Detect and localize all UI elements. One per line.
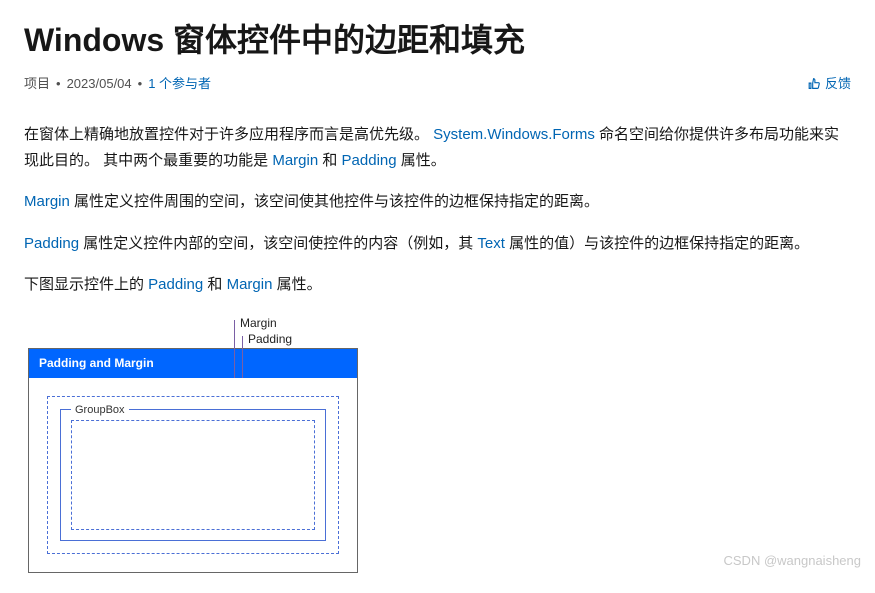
diagram: Margin Padding Padding and Margin GroupB… xyxy=(28,314,851,573)
link-padding[interactable]: Padding xyxy=(24,235,79,252)
diagram-padding-box xyxy=(71,420,315,530)
paragraph-1: 在窗体上精确地放置控件对于许多应用程序而言是高优先级。 System.Windo… xyxy=(24,122,851,173)
link-padding[interactable]: Padding xyxy=(342,152,397,169)
feedback-label: 反馈 xyxy=(825,74,851,95)
diagram-margin-box: GroupBox xyxy=(47,396,339,554)
text: 属性的值）与该控件的边框保持指定的距离。 xyxy=(509,235,809,252)
link-text[interactable]: Text xyxy=(477,235,505,252)
feedback-button[interactable]: 反馈 xyxy=(807,74,851,95)
text: 属性。 xyxy=(401,152,446,169)
link-padding[interactable]: Padding xyxy=(148,276,203,293)
meta-date: 2023/05/04 xyxy=(67,74,132,95)
link-margin[interactable]: Margin xyxy=(227,276,273,293)
text: 在窗体上精确地放置控件对于许多应用程序而言是高优先级。 xyxy=(24,126,433,143)
diagram-panel-body: GroupBox xyxy=(29,378,357,572)
paragraph-4: 下图显示控件上的 Padding 和 Margin 属性。 xyxy=(24,272,851,298)
callout-line-margin xyxy=(234,320,235,380)
contributors-link[interactable]: 1 个参与者 xyxy=(148,74,211,95)
meta-separator: • xyxy=(56,74,61,95)
diagram-groupbox: GroupBox xyxy=(60,409,326,541)
diagram-panel: Padding and Margin GroupBox xyxy=(28,348,358,573)
meta-project: 项目 xyxy=(24,74,50,95)
text: 属性。 xyxy=(277,276,322,293)
page-title: Windows 窗体控件中的边距和填充 xyxy=(24,20,851,62)
link-margin[interactable]: Margin xyxy=(24,193,70,210)
meta-row: 项目 • 2023/05/04 • 1 个参与者 反馈 xyxy=(24,74,851,95)
text: 属性定义控件内部的空间，该空间使控件的内容（例如，其 xyxy=(83,235,477,252)
link-system-windows-forms[interactable]: System.Windows.Forms xyxy=(433,126,595,143)
text: 和 xyxy=(322,152,341,169)
link-margin[interactable]: Margin xyxy=(272,152,318,169)
text: 和 xyxy=(207,276,226,293)
text: 属性定义控件周围的空间，该空间使其他控件与该控件的边框保持指定的距离。 xyxy=(74,193,599,210)
paragraph-3: Padding 属性定义控件内部的空间，该空间使控件的内容（例如，其 Text … xyxy=(24,231,851,257)
text: 下图显示控件上的 xyxy=(24,276,148,293)
paragraph-2: Margin 属性定义控件周围的空间，该空间使其他控件与该控件的边框保持指定的距… xyxy=(24,189,851,215)
diagram-panel-title: Padding and Margin xyxy=(29,349,357,378)
watermark: CSDN @wangnaisheng xyxy=(724,551,862,572)
diagram-groupbox-label: GroupBox xyxy=(71,402,129,420)
meta-separator: • xyxy=(138,74,143,95)
thumbs-up-icon xyxy=(807,77,821,91)
diagram-label-padding: Padding xyxy=(248,330,292,349)
